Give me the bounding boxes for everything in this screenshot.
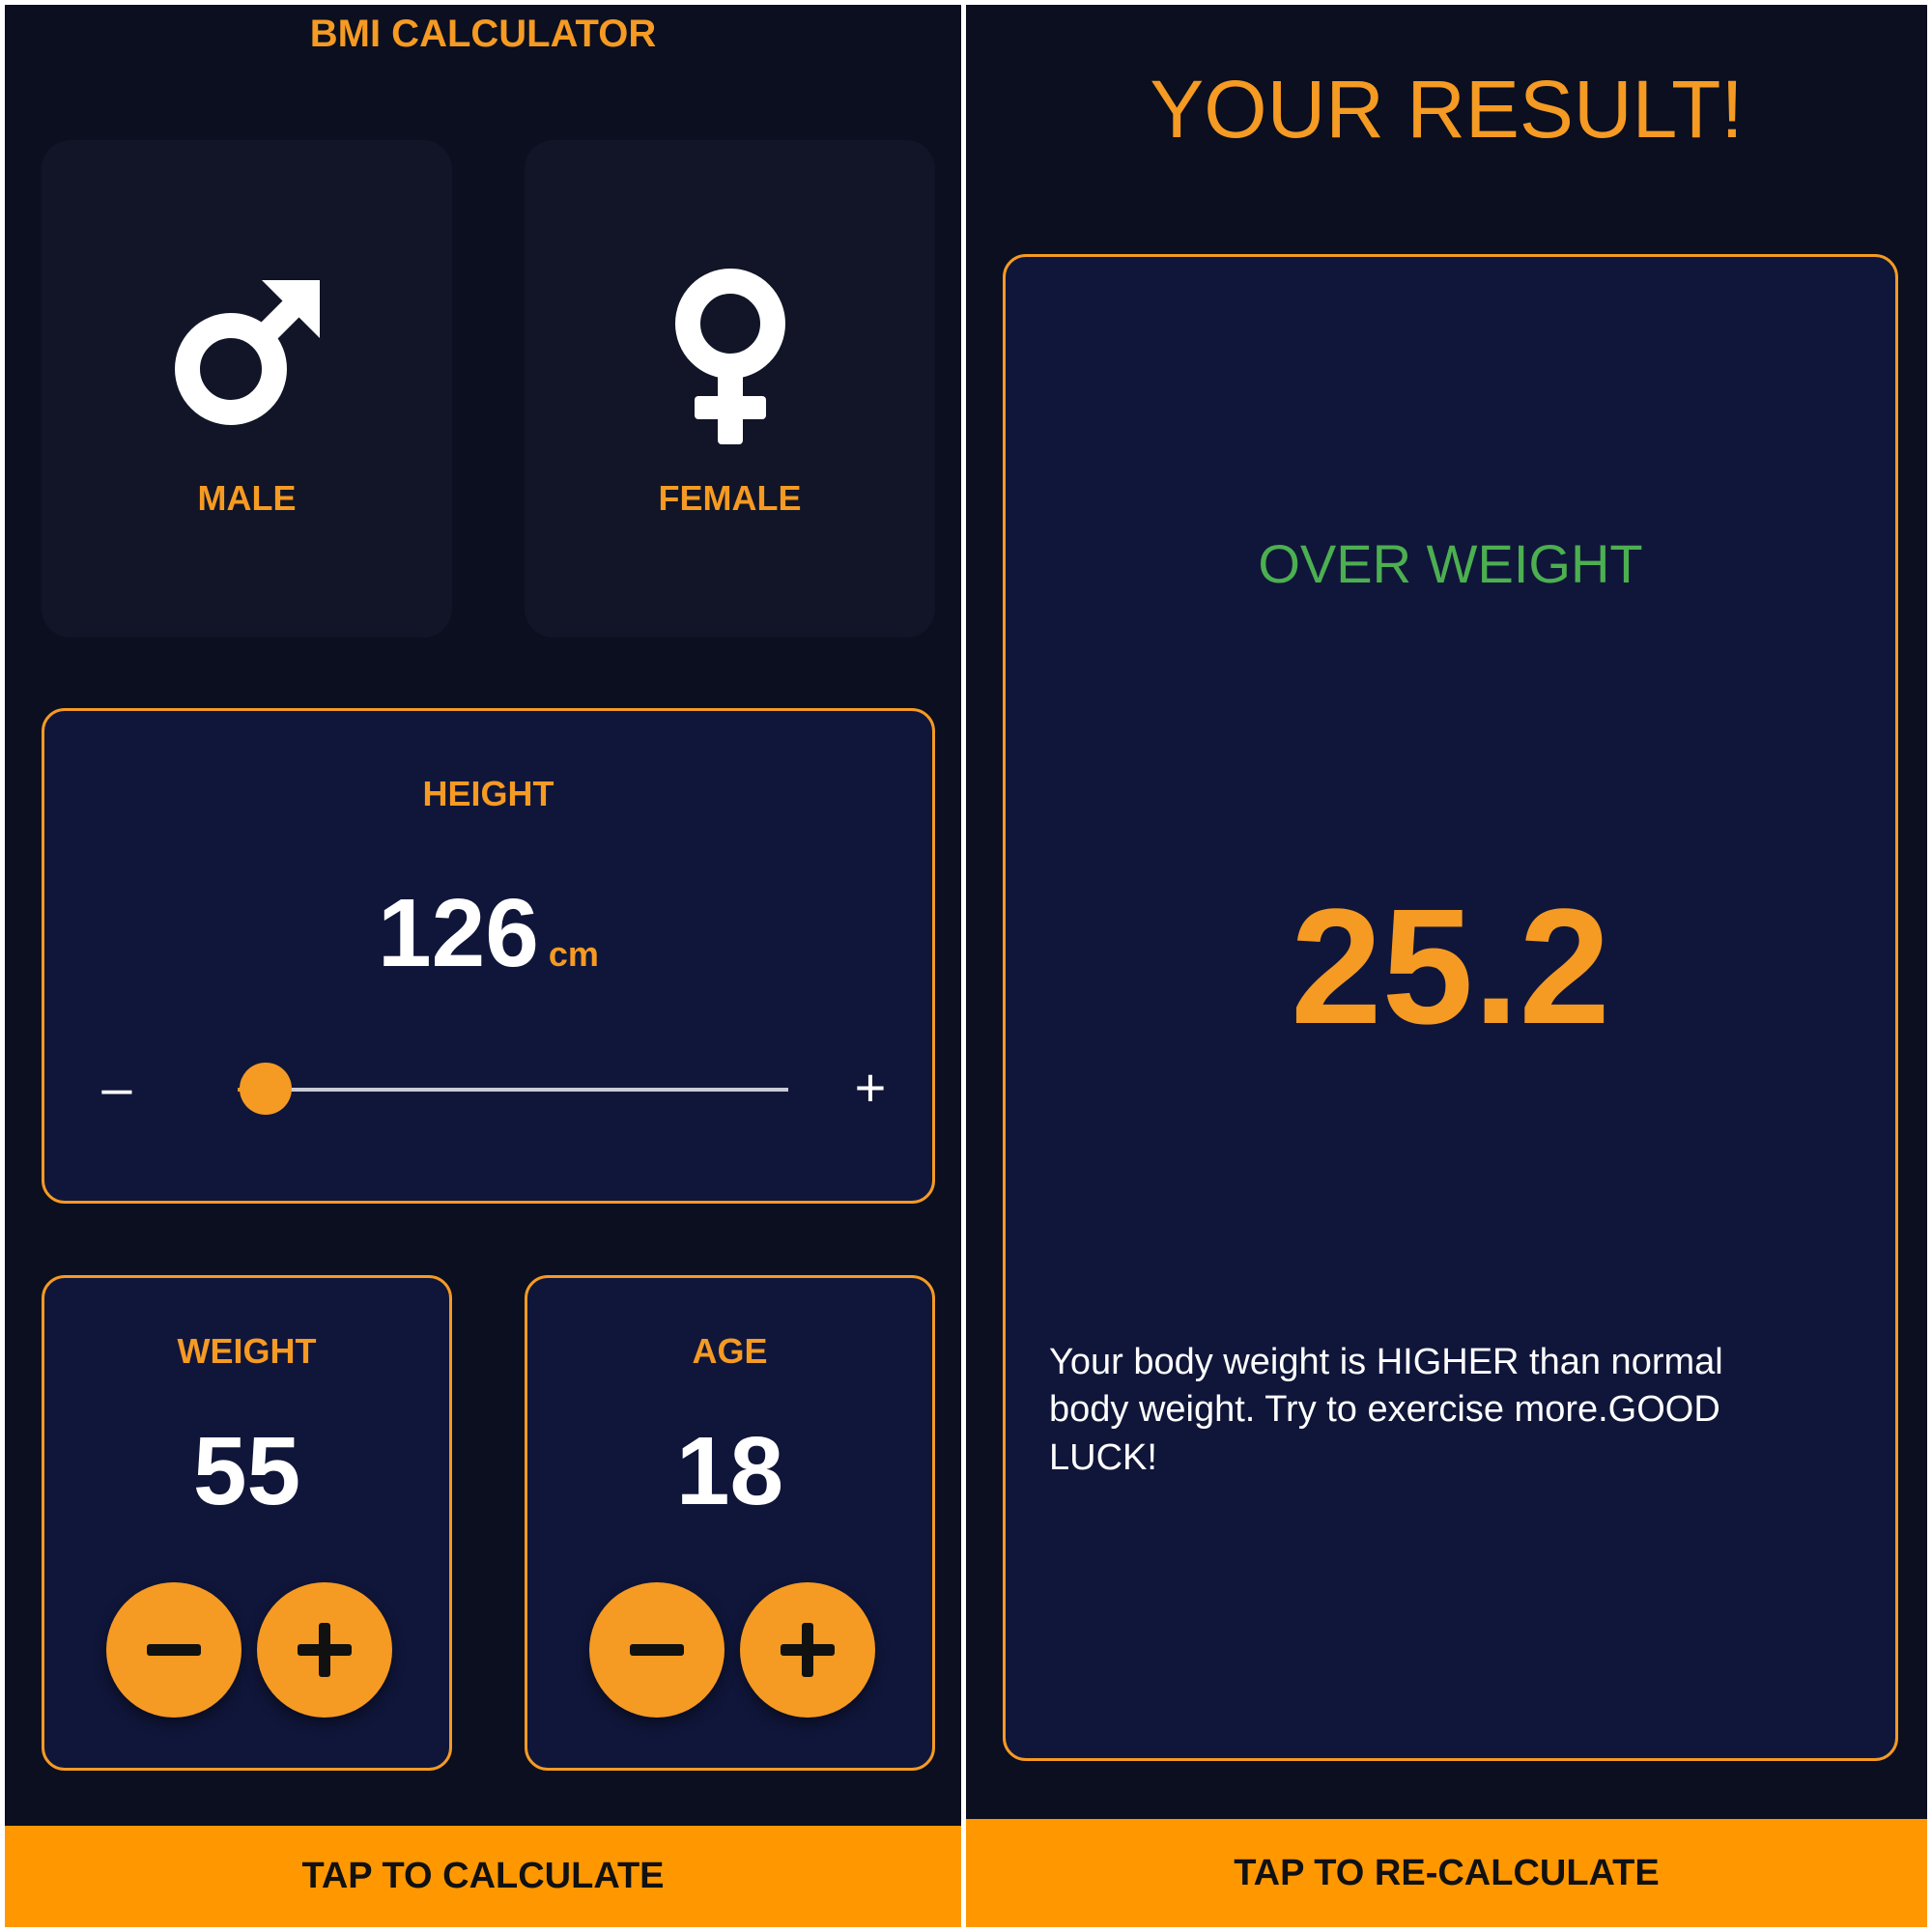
minus-icon <box>630 1644 684 1656</box>
weight-increase-button[interactable] <box>257 1582 392 1718</box>
age-decrease-button[interactable] <box>589 1582 724 1718</box>
height-card: HEIGHT 126 cm – + <box>42 708 935 1204</box>
recalculate-button[interactable]: TAP TO RE-CALCULATE <box>966 1819 1927 1927</box>
app-title: BMI CALCULATOR <box>309 13 657 55</box>
height-slider-thumb[interactable] <box>239 1063 292 1115</box>
bmi-result-screen: YOUR RESULT! OVER WEIGHT 25.2 Your body … <box>966 5 1927 1927</box>
calculate-button[interactable]: TAP TO CALCULATE <box>5 1826 961 1927</box>
height-value-row: 126 cm <box>44 885 932 981</box>
weight-label: WEIGHT <box>177 1331 317 1371</box>
female-icon <box>674 269 785 444</box>
height-unit: cm <box>548 934 599 974</box>
bmi-message: Your body weight is HIGHER than normal b… <box>1049 1342 1723 1478</box>
height-value: 126 <box>378 879 539 987</box>
age-card: AGE 18 <box>525 1275 935 1771</box>
plus-icon <box>298 1623 352 1677</box>
minus-icon <box>147 1644 201 1656</box>
weight-decrease-button[interactable] <box>106 1582 242 1718</box>
age-increase-button[interactable] <box>740 1582 875 1718</box>
weight-card: WEIGHT 55 <box>42 1275 452 1771</box>
bmi-status: OVER WEIGHT <box>1258 533 1643 594</box>
female-label: FEMALE <box>658 478 802 518</box>
weight-value: 55 <box>192 1417 301 1525</box>
height-label: HEIGHT <box>422 774 554 813</box>
height-increase-icon[interactable]: + <box>846 1061 895 1115</box>
height-slider-track[interactable] <box>238 1088 788 1092</box>
result-heading: YOUR RESULT! <box>1150 64 1744 155</box>
result-card: OVER WEIGHT 25.2 Your body weight is HIG… <box>1003 254 1898 1761</box>
bmi-input-screen: BMI CALCULATOR MALE FEMALE HEIGHT 126 cm … <box>5 5 961 1927</box>
height-decrease-icon[interactable]: – <box>93 1061 141 1115</box>
age-label: AGE <box>692 1331 768 1371</box>
plus-icon <box>781 1623 835 1677</box>
age-value: 18 <box>675 1417 784 1525</box>
male-card[interactable]: MALE <box>42 140 452 638</box>
male-icon <box>174 280 320 425</box>
male-label: MALE <box>197 478 297 518</box>
female-card[interactable]: FEMALE <box>525 140 935 638</box>
bmi-value: 25.2 <box>1291 875 1610 1059</box>
